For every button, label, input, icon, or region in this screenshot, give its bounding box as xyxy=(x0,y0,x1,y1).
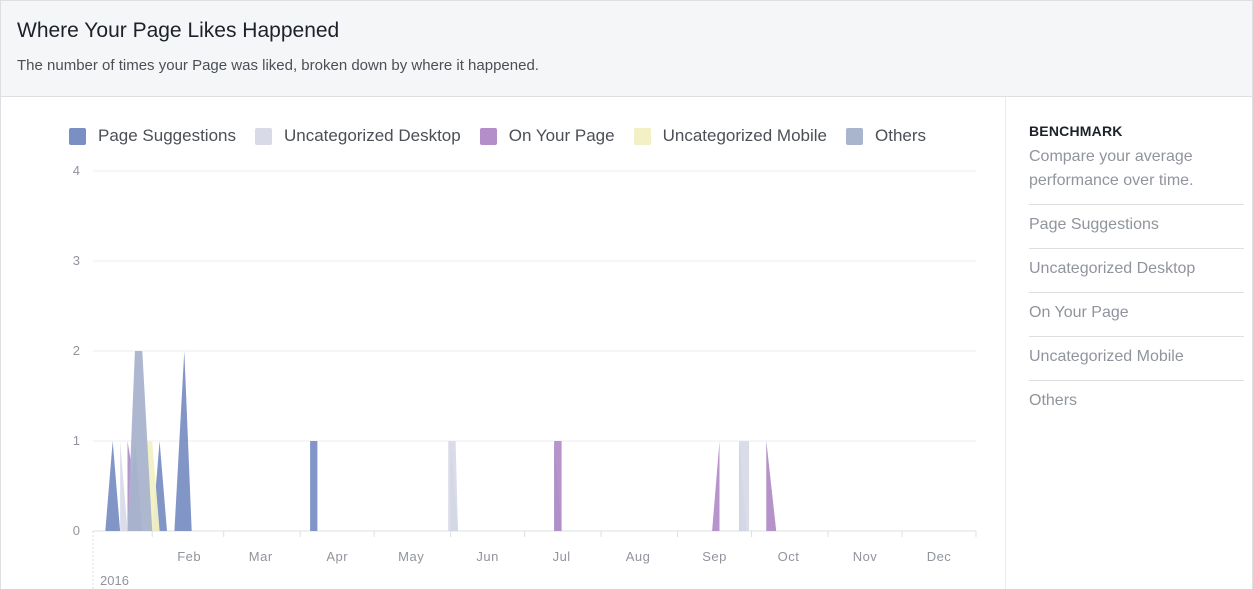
y-tick-label: 3 xyxy=(73,253,80,268)
benchmark-item-on-your-page[interactable]: On Your Page xyxy=(1029,293,1244,337)
benchmark-description: Compare your average performance over ti… xyxy=(1029,145,1244,205)
y-tick-label: 0 xyxy=(73,523,80,538)
likes-panel: Where Your Page Likes Happened The numbe… xyxy=(0,0,1253,589)
series-area-uncategorized-desktop xyxy=(120,441,777,531)
benchmark-item-uncategorized-desktop[interactable]: Uncategorized Desktop xyxy=(1029,249,1244,293)
vertical-divider xyxy=(1005,97,1006,589)
x-tick-label: Nov xyxy=(853,549,878,564)
x-tick-label: Oct xyxy=(778,549,800,564)
x-tick-label: Jul xyxy=(553,549,571,564)
area-chart: 0 1 2 3 4 Feb Mar Apr May Jun Jul Aug Sep Oct Nov Dec 20… xyxy=(73,163,977,589)
y-tick-label: 1 xyxy=(73,433,80,448)
year-label: 2016 xyxy=(100,573,129,588)
benchmark-item-uncategorized-mobile[interactable]: Uncategorized Mobile xyxy=(1029,337,1244,381)
x-tick-label: May xyxy=(398,549,424,564)
y-tick-label: 4 xyxy=(73,163,80,178)
benchmark-item-page-suggestions[interactable]: Page Suggestions xyxy=(1029,205,1244,249)
y-tick-label: 2 xyxy=(73,343,80,358)
x-tick-label: Mar xyxy=(249,549,273,564)
x-tick-label: Apr xyxy=(326,549,348,564)
x-tick-label: Jun xyxy=(476,549,498,564)
benchmark-item-others[interactable]: Others xyxy=(1029,381,1244,424)
x-tick-label: Dec xyxy=(927,549,952,564)
x-tick-label: Sep xyxy=(702,549,727,564)
benchmark-title: BENCHMARK xyxy=(1029,123,1123,139)
benchmark-sidebar: BENCHMARK Compare your average performan… xyxy=(1029,123,1244,424)
x-tick-label: Feb xyxy=(177,549,201,564)
x-tick-label: Aug xyxy=(626,549,651,564)
